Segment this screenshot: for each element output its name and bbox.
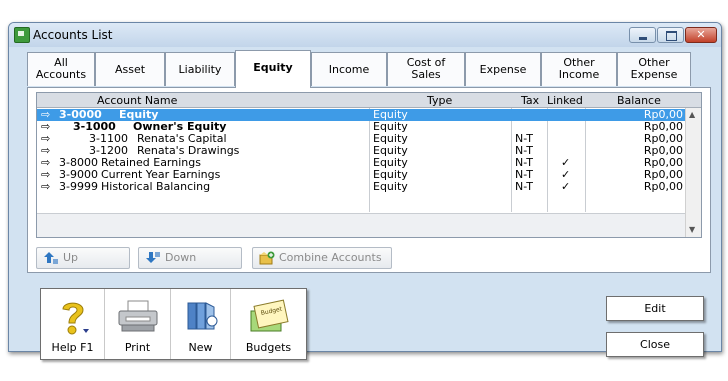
move-up-button[interactable]: Up	[36, 247, 130, 269]
account-row[interactable]: ⇨ 3-1000 Owner's Equity Equity Rp0,00	[37, 121, 687, 133]
tab-label: Equity	[253, 61, 293, 74]
help-button[interactable]: Help F1	[41, 289, 105, 359]
budgets-label: Budgets	[245, 341, 292, 354]
header-tax[interactable]: Tax	[521, 94, 539, 107]
accounts-grid: Account Name Type Tax Linked Balance ⇨ 3-…	[36, 92, 702, 238]
tab-other-expense[interactable]: Other Expense	[617, 52, 691, 86]
arrow-right-icon: ⇨	[41, 180, 51, 193]
new-label: New	[188, 341, 213, 354]
account-name: Historical Balancing	[101, 180, 211, 193]
app-icon	[14, 27, 30, 43]
header-type[interactable]: Type	[427, 94, 452, 107]
up-icon	[44, 252, 58, 264]
combine-accounts-button[interactable]: Combine Accounts	[252, 247, 392, 269]
move-up-label: Up	[63, 251, 79, 264]
grid-header: Account Name Type Tax Linked Balance	[37, 93, 701, 108]
title-bar: Accounts List ✕	[9, 23, 721, 47]
tab-label: Expense	[479, 63, 527, 76]
vertical-scrollbar[interactable]: ▲ ▼	[685, 108, 701, 237]
checkmark-icon: ✓	[561, 180, 571, 193]
print-button[interactable]: Print	[105, 289, 171, 359]
tab-label: Asset	[114, 63, 146, 76]
help-icon	[61, 302, 89, 335]
minimize-icon	[639, 37, 647, 40]
tab-label: Income	[328, 63, 370, 76]
tab-label-line2: Accounts	[35, 68, 87, 81]
tab-label: Liability	[178, 63, 222, 76]
print-label: Print	[124, 341, 151, 354]
edit-button[interactable]: Edit	[606, 296, 704, 321]
new-button[interactable]: New	[171, 289, 231, 359]
tab-equity[interactable]: Equity	[235, 50, 311, 88]
down-icon	[146, 252, 160, 263]
move-down-button[interactable]: Down	[138, 247, 242, 269]
maximize-button[interactable]	[657, 27, 684, 43]
budgets-button[interactable]: Budget Budgets	[231, 289, 306, 359]
tab-income[interactable]: Income	[311, 52, 387, 86]
command-toolbar: Help F1 Print New Budget Budgets	[40, 288, 307, 360]
scroll-down-icon[interactable]: ▼	[689, 225, 695, 234]
tab-label-line2: Sales	[411, 68, 441, 81]
close-label: Close	[640, 338, 670, 351]
header-account-name[interactable]: Account Name	[97, 94, 177, 107]
close-icon: ✕	[696, 28, 706, 41]
grid-empty-area	[37, 213, 686, 237]
account-type: Equity	[373, 180, 408, 193]
combine-icon	[259, 251, 275, 265]
tab-all-accounts[interactable]: All Accounts	[27, 52, 95, 86]
move-down-label: Down	[165, 251, 197, 264]
minimize-button[interactable]	[629, 27, 656, 43]
tab-other-income[interactable]: Other Income	[541, 52, 617, 86]
tab-label-line2: Income	[558, 68, 600, 81]
budget-icon: Budget	[250, 299, 289, 332]
close-button[interactable]: Close	[606, 332, 704, 357]
account-balance: Rp0,00	[643, 180, 683, 193]
tab-expense[interactable]: Expense	[465, 52, 541, 86]
scroll-up-icon[interactable]: ▲	[689, 110, 695, 119]
tab-label-line2: Expense	[630, 68, 678, 81]
tab-cost-of-sales[interactable]: Cost of Sales	[387, 52, 465, 86]
edit-label: Edit	[644, 302, 666, 315]
tab-asset[interactable]: Asset	[95, 52, 165, 86]
header-balance[interactable]: Balance	[617, 94, 661, 107]
combine-accounts-label: Combine Accounts	[279, 251, 382, 264]
help-label: Help F1	[51, 341, 94, 354]
account-row[interactable]: ⇨ 3-9999 Historical Balancing Equity N-T ✓ Rp0…	[37, 181, 687, 193]
account-number: 3-9999	[59, 180, 98, 193]
account-row[interactable]: ⇨ 3-1100 Renata's Capital Equity N-T Rp0,00	[37, 133, 687, 145]
window-title: Accounts List	[33, 28, 113, 42]
tax-code: N-T	[515, 180, 533, 193]
printer-icon	[118, 300, 157, 332]
header-linked[interactable]: Linked	[547, 94, 583, 107]
tab-liability[interactable]: Liability	[165, 52, 235, 86]
close-window-button[interactable]: ✕	[685, 27, 717, 43]
tab-panel: Account Name Type Tax Linked Balance ⇨ 3-…	[27, 87, 711, 273]
new-icon	[187, 302, 217, 330]
maximize-icon	[666, 31, 677, 41]
